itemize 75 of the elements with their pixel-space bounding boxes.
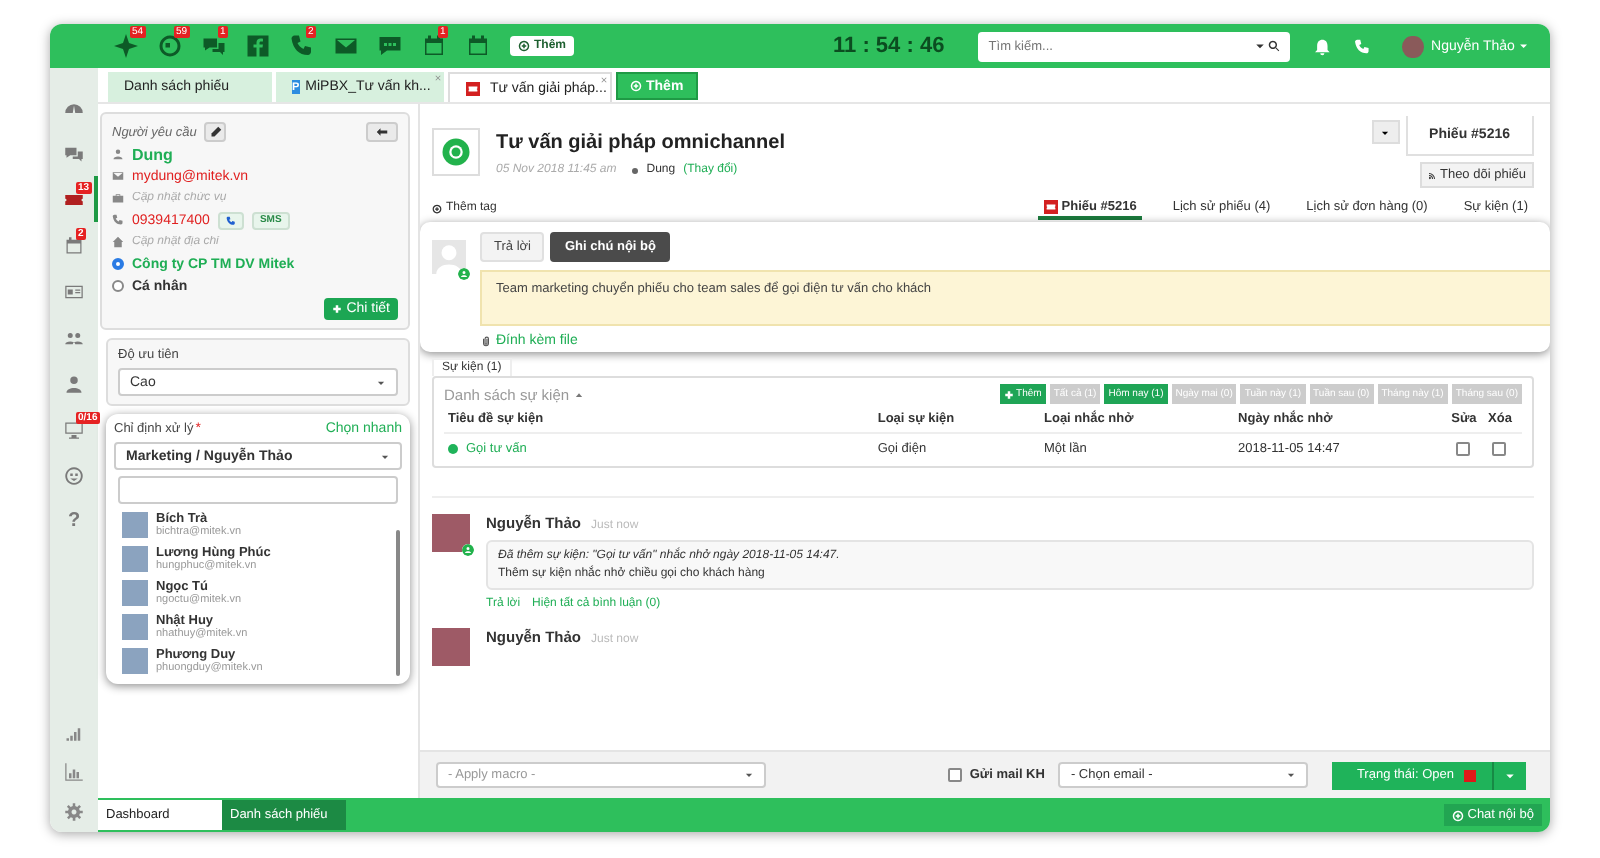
circle-logo-icon (432, 128, 480, 176)
phone-icon[interactable] (1354, 37, 1371, 55)
ticket-icon (468, 83, 478, 93)
facebook-icon[interactable] (246, 34, 270, 58)
radio-button[interactable] (112, 280, 124, 292)
briefcase-icon (112, 192, 124, 204)
radio-button[interactable] (112, 258, 124, 270)
person-icon (112, 148, 124, 160)
caret-icon (744, 770, 754, 780)
checkbox[interactable] (1456, 442, 1471, 456)
ticket-icon (64, 189, 84, 209)
home-icon (112, 236, 124, 248)
avatar-silhouette-icon (432, 240, 466, 274)
checkbox[interactable] (1492, 442, 1507, 456)
user-photo (122, 546, 148, 572)
group-icon (64, 327, 84, 347)
sidebar-item[interactable]: ? (50, 498, 98, 544)
phone-icon[interactable] (290, 34, 314, 58)
pencil-icon (209, 126, 222, 138)
id-card-icon (64, 281, 84, 301)
caret-icon (1504, 769, 1516, 781)
signal-bars-icon[interactable] (64, 722, 84, 742)
caret-icon (1253, 39, 1266, 51)
requester-name[interactable]: Dung (132, 145, 173, 163)
bell-icon[interactable] (1313, 37, 1331, 55)
checkbox[interactable] (947, 768, 962, 782)
calendar-icon[interactable] (422, 34, 446, 58)
back-button[interactable] (366, 122, 398, 142)
phone-icon (112, 214, 124, 226)
calendar-icon[interactable] (466, 34, 490, 58)
paperclip-icon (480, 334, 492, 348)
close-icon[interactable] (600, 76, 608, 84)
dropdown-button[interactable] (1371, 120, 1400, 144)
caret-icon (1286, 770, 1297, 780)
chat-icon[interactable] (202, 34, 226, 58)
user-avatar[interactable] (1402, 35, 1424, 57)
call-button[interactable] (217, 211, 244, 229)
caret-icon (1518, 40, 1530, 52)
rss-icon (1427, 171, 1436, 179)
message-bubble-icon[interactable] (378, 34, 402, 58)
caret-icon (380, 451, 390, 461)
phone-icon (225, 215, 236, 225)
mail-icon (112, 170, 124, 182)
search-field[interactable] (118, 476, 398, 504)
ticket-title: Tư vấn giải pháp omnichannel (496, 132, 785, 154)
arrow-left-icon (376, 126, 388, 138)
user-badge-icon (462, 544, 474, 556)
sparkle-icon[interactable] (114, 34, 138, 58)
caret-icon (573, 389, 584, 399)
bar-chart-icon[interactable] (64, 762, 84, 782)
status-dropdown-button[interactable] (1492, 761, 1526, 789)
settings-icon[interactable] (64, 802, 84, 822)
user-photo (122, 580, 148, 606)
user-photo (432, 628, 470, 666)
user-photo (122, 512, 148, 538)
smiley-icon (64, 465, 84, 485)
person-icon (64, 373, 84, 393)
user-photo (122, 648, 148, 674)
user-photo (432, 514, 470, 552)
caret-icon (376, 377, 386, 387)
search-icon (1267, 39, 1280, 51)
ticket-icon (1045, 202, 1056, 212)
plus-icon (1004, 389, 1015, 399)
clock: 11 : 54 : 46 (833, 34, 947, 58)
chat-icon (64, 143, 84, 163)
plus-icon (332, 304, 343, 314)
caret-icon (1380, 127, 1391, 137)
calendar-icon (64, 235, 84, 255)
mail-icon[interactable] (334, 34, 358, 58)
user-badge-icon (458, 268, 470, 280)
scrollbar[interactable] (396, 530, 400, 676)
bullet-dot (632, 167, 639, 173)
close-icon[interactable] (434, 74, 442, 82)
edit-button[interactable] (204, 122, 227, 142)
user-photo (122, 614, 148, 640)
